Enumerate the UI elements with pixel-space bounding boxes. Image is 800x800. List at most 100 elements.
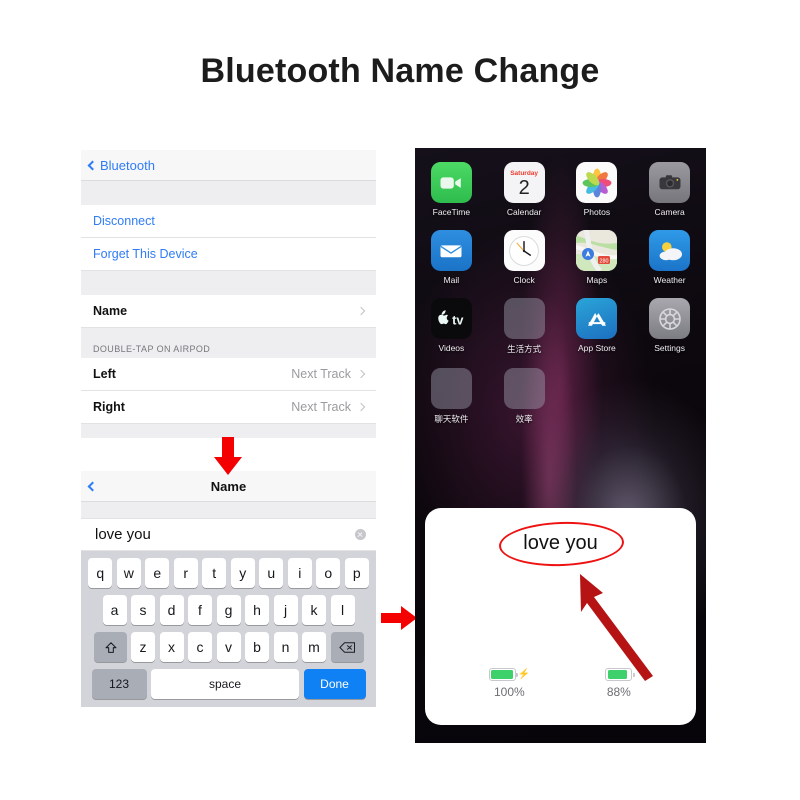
back-button-label: Bluetooth: [100, 157, 155, 173]
facetime-icon: [430, 162, 472, 203]
key-x[interactable]: x: [159, 632, 184, 662]
chevron-right-icon: [356, 402, 366, 412]
key-v[interactable]: v: [216, 632, 241, 662]
folder-icon: [503, 298, 545, 339]
backspace-icon: [338, 641, 356, 654]
app-facetime[interactable]: FaceTime: [415, 162, 488, 217]
chevron-right-icon: [356, 369, 366, 379]
key-z[interactable]: z: [131, 632, 155, 662]
right-airpod-row[interactable]: Right Next Track: [81, 391, 376, 424]
numbers-key[interactable]: 123: [91, 669, 147, 699]
key-e[interactable]: e: [145, 558, 170, 588]
keyboard-row-2: a s d f g h j k l: [84, 595, 373, 625]
forget-device-label: Forget This Device: [93, 247, 198, 261]
key-w[interactable]: w: [116, 558, 141, 588]
app-mail[interactable]: Mail: [415, 230, 488, 285]
key-c[interactable]: c: [188, 632, 212, 662]
app-calendar[interactable]: Saturday 2 Calendar: [488, 162, 561, 217]
app-clock[interactable]: Clock: [488, 230, 561, 285]
battery-icon: [605, 668, 635, 681]
done-key[interactable]: Done: [303, 669, 366, 699]
disconnect-label: Disconnect: [93, 214, 155, 228]
key-b[interactable]: b: [245, 632, 269, 662]
settings-gear-icon: [649, 298, 691, 339]
backspace-key[interactable]: [330, 632, 364, 662]
app-photos[interactable]: Photos: [561, 162, 634, 217]
left-column: Bluetooth Disconnect Forget This Device …: [81, 150, 376, 707]
app-label: Calendar: [506, 207, 542, 217]
key-k[interactable]: k: [302, 595, 326, 625]
key-p[interactable]: p: [344, 558, 369, 588]
app-weather[interactable]: Weather: [633, 230, 706, 285]
right-row-label: Right: [93, 400, 125, 414]
battery-left: ⚡ 100%: [488, 668, 530, 699]
key-g[interactable]: g: [216, 595, 241, 625]
camera-icon: [649, 162, 691, 203]
appstore-icon: [576, 298, 618, 339]
calendar-weekday: Saturday: [510, 170, 539, 177]
left-row-label: Left: [93, 367, 116, 381]
key-q[interactable]: q: [88, 558, 113, 588]
key-d[interactable]: d: [159, 595, 184, 625]
key-s[interactable]: s: [131, 595, 155, 625]
right-row-value: Next Track: [291, 400, 351, 414]
battery-fill: [490, 670, 514, 679]
clear-circle-icon[interactable]: [355, 529, 366, 540]
key-j[interactable]: j: [273, 595, 298, 625]
app-settings[interactable]: Settings: [633, 298, 706, 355]
battery-row: ⚡ 100% 88%: [425, 668, 696, 699]
key-m[interactable]: m: [302, 632, 326, 662]
battery-fill: [607, 670, 628, 679]
mail-icon: [430, 230, 472, 271]
double-tap-section-header: DOUBLE-TAP ON AIRPOD: [81, 328, 376, 358]
key-y[interactable]: y: [230, 558, 255, 588]
left-airpod-row[interactable]: Left Next Track: [81, 358, 376, 391]
app-videos[interactable]: tv Videos: [415, 298, 488, 355]
photos-icon: [576, 162, 618, 203]
battery-icon-wrap: ⚡: [488, 668, 530, 681]
name-input[interactable]: love you: [95, 526, 355, 543]
key-h[interactable]: h: [245, 595, 269, 625]
app-label: 生活方式: [507, 344, 542, 354]
chevron-left-icon: [87, 160, 98, 170]
onscreen-keyboard[interactable]: q w e r t y u i o p a s d f g h j k l z …: [81, 551, 376, 707]
shift-key[interactable]: [93, 632, 127, 662]
folder-icon: [430, 368, 472, 409]
settings-nav-bar: Bluetooth: [81, 150, 376, 181]
battery-icon-wrap: [605, 668, 635, 681]
section-gap: [81, 181, 376, 205]
disconnect-button[interactable]: Disconnect: [81, 205, 376, 238]
forget-this-device-button[interactable]: Forget This Device: [81, 238, 376, 271]
key-a[interactable]: a: [102, 595, 127, 625]
back-to-bluetooth-button[interactable]: Bluetooth: [87, 157, 155, 173]
app-folder-productivity[interactable]: 效率: [488, 368, 561, 425]
app-appstore[interactable]: App Store: [561, 298, 634, 355]
app-camera[interactable]: Camera: [633, 162, 706, 217]
key-f[interactable]: f: [188, 595, 212, 625]
key-i[interactable]: i: [287, 558, 312, 588]
key-u[interactable]: u: [259, 558, 284, 588]
key-t[interactable]: t: [202, 558, 227, 588]
battery-percent: 100%: [494, 685, 525, 699]
folder-icon: [503, 368, 545, 409]
app-maps[interactable]: 280 Maps: [561, 230, 634, 285]
svg-text:280: 280: [600, 258, 609, 264]
key-l[interactable]: l: [330, 595, 355, 625]
name-row[interactable]: Name: [81, 295, 376, 328]
key-o[interactable]: o: [316, 558, 341, 588]
battery-icon: [488, 668, 519, 681]
section-gap-2: [81, 271, 376, 295]
key-n[interactable]: n: [273, 632, 298, 662]
app-folder-lifestyle[interactable]: 生活方式: [488, 298, 561, 355]
panel-tail: [81, 424, 376, 438]
red-pointer-arrow: [577, 566, 657, 681]
key-r[interactable]: r: [173, 558, 198, 588]
app-folder-chat[interactable]: 聊天软件: [415, 368, 488, 425]
name-row-label: Name: [93, 304, 128, 318]
keyboard-row-1: q w e r t y u i o p: [84, 558, 373, 588]
app-grid: FaceTime Saturday 2 Calendar Photos Came…: [415, 162, 706, 425]
app-label: Settings: [654, 343, 685, 353]
space-key[interactable]: space: [151, 669, 299, 699]
name-text-field-row[interactable]: love you: [81, 518, 376, 551]
left-row-value: Next Track: [291, 367, 351, 381]
